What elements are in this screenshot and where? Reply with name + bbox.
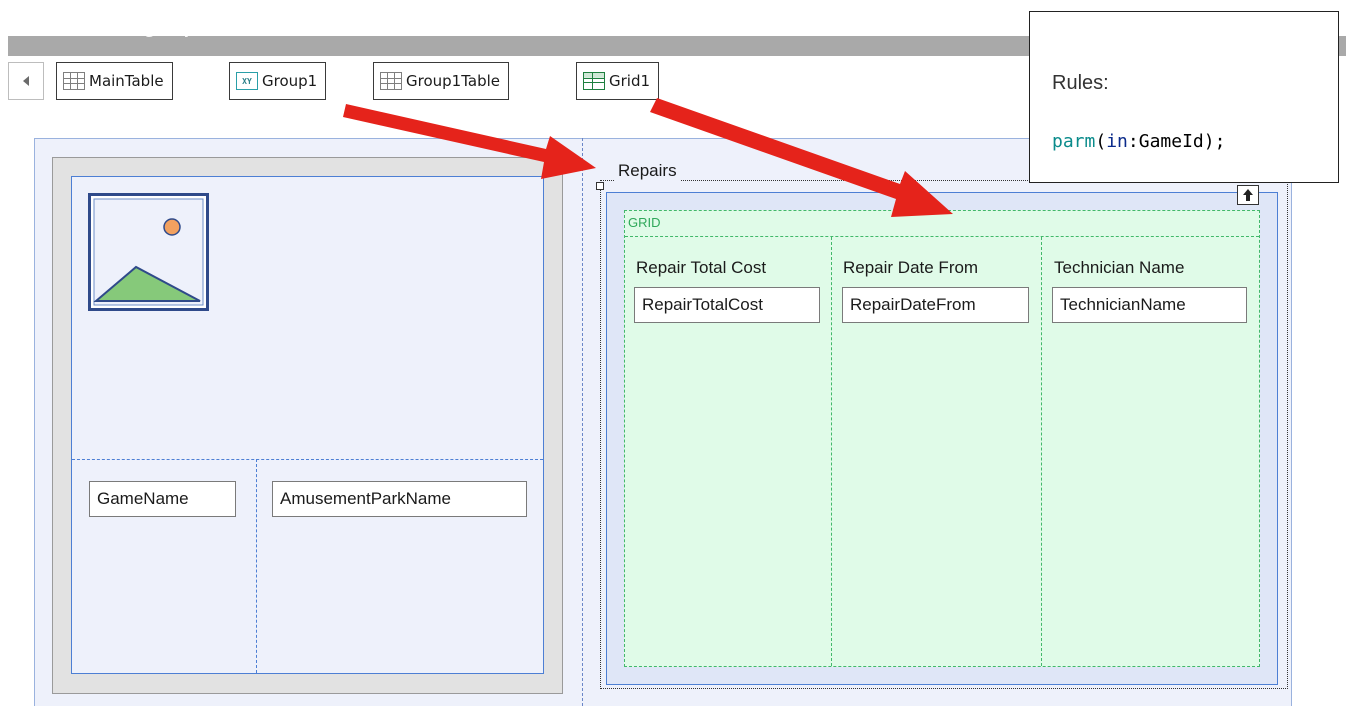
breadcrumb-label: MainTable (89, 72, 164, 90)
breadcrumb-label: Group1Table (406, 72, 500, 90)
breadcrumb: MainTable XY Group1 Group1Table Grid1 (8, 60, 1008, 104)
canvas-column-divider (582, 138, 583, 706)
column-header-technician-name: Technician Name (1054, 258, 1185, 277)
grid-column-divider (1041, 237, 1042, 666)
status-text: No active group selected (60, 20, 272, 38)
rules-title: Rules: (1052, 72, 1109, 94)
xy-group-icon: XY (236, 72, 258, 90)
rules-code-paren: ( (1095, 131, 1107, 152)
chevron-left-icon (23, 76, 29, 86)
breadcrumb-label: Grid1 (609, 72, 651, 90)
grid-label: GRID (628, 215, 661, 230)
grid-header-divider (625, 236, 1259, 237)
technician-name-field[interactable]: TechnicianName (1052, 287, 1247, 323)
grid1-control[interactable] (624, 210, 1260, 667)
game-name-field[interactable]: GameName (89, 481, 236, 517)
breadcrumb-item-maintable[interactable]: MainTable (56, 62, 173, 100)
grid-icon (583, 72, 605, 90)
resize-handle[interactable] (596, 182, 604, 190)
repair-date-from-field[interactable]: RepairDateFrom (842, 287, 1029, 323)
collapse-up-icon (1243, 189, 1253, 201)
scroll-left-button[interactable] (8, 62, 44, 100)
table-icon (63, 72, 85, 90)
grid-column-divider (831, 237, 832, 666)
rules-code: parm(in:GameId); (1052, 131, 1225, 152)
rules-code-rest: :GameId); (1127, 131, 1226, 152)
breadcrumb-item-group1table[interactable]: Group1Table (373, 62, 509, 100)
rules-code-function: parm (1052, 131, 1096, 152)
table-row-divider (72, 459, 543, 460)
breadcrumb-item-grid1[interactable]: Grid1 (576, 62, 660, 100)
collapse-button[interactable] (1237, 185, 1259, 205)
repairs-group-caption: Repairs (614, 161, 681, 181)
rules-panel: Rules: parm(in:GameId); (1029, 11, 1339, 183)
column-header-repair-date-from: Repair Date From (843, 258, 979, 277)
amusement-park-name-field[interactable]: AmusementParkName (272, 481, 527, 517)
table-icon (380, 72, 402, 90)
table-column-divider (256, 459, 257, 673)
rules-code-keyword: in (1106, 131, 1128, 152)
breadcrumb-item-group1[interactable]: XY Group1 (229, 62, 327, 100)
column-header-repair-total-cost: Repair Total Cost (636, 258, 767, 277)
image-placeholder-icon[interactable] (88, 193, 209, 311)
repair-total-cost-field[interactable]: RepairTotalCost (634, 287, 820, 323)
breadcrumb-label: Group1 (262, 72, 318, 90)
